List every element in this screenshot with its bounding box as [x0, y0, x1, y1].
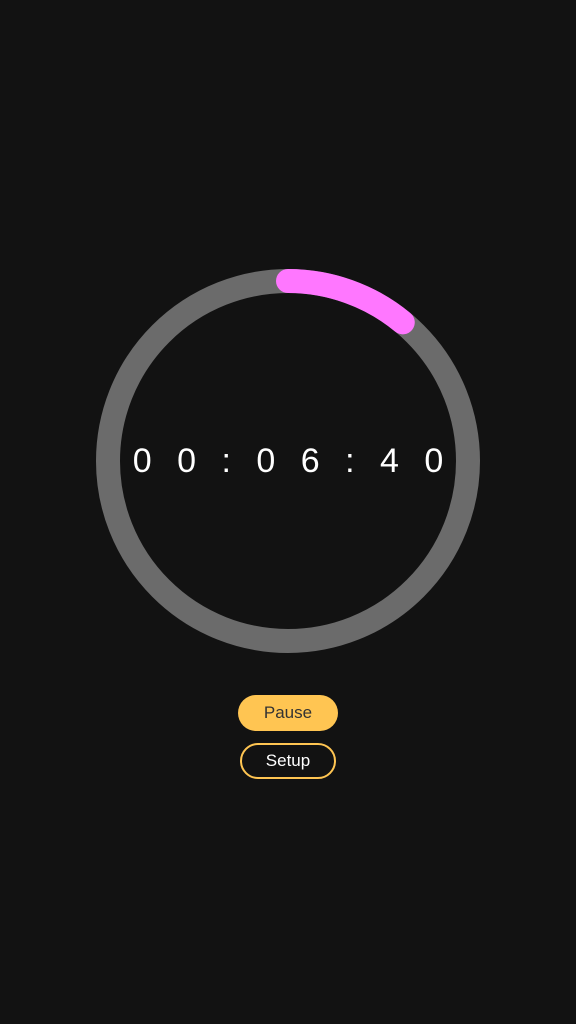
pause-button[interactable]: Pause — [238, 695, 338, 731]
time-remaining-display: 0 0 : 0 6 : 4 0 — [132, 441, 452, 480]
setup-button[interactable]: Setup — [240, 743, 336, 779]
